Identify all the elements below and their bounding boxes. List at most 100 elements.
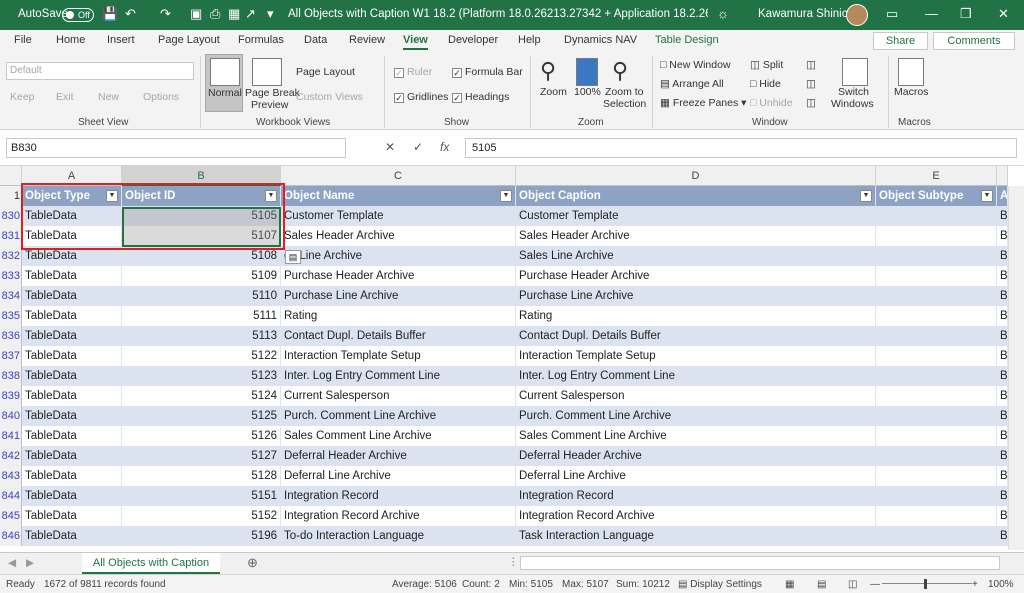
sum-value[interactable]: Sum: 10212 <box>616 579 670 590</box>
zoom-100-button[interactable]: 100% <box>574 86 601 98</box>
object-subtype-cell[interactable] <box>876 406 997 426</box>
object-caption-cell[interactable]: Task Interaction Language <box>516 526 876 546</box>
zoom-to-selection-button[interactable]: Zoom to <box>605 86 644 98</box>
next-column-cell[interactable]: B <box>997 266 1008 286</box>
selected-range[interactable] <box>122 207 281 247</box>
zoom-out-icon[interactable]: — <box>870 579 880 590</box>
split-button[interactable]: ◫ Split <box>750 59 783 71</box>
row-header[interactable]: 845 <box>0 506 22 526</box>
next-column-cell[interactable]: B <box>997 486 1008 506</box>
row-header[interactable]: 842 <box>0 446 22 466</box>
object-type-cell[interactable]: TableData <box>22 486 122 506</box>
object-id-cell[interactable]: 5124 <box>122 386 281 406</box>
tab-page-layout[interactable]: Page Layout <box>158 34 220 46</box>
tab-formulas[interactable]: Formulas <box>238 34 284 46</box>
row-header[interactable]: 840 <box>0 406 22 426</box>
zoom-slider-thumb[interactable] <box>924 579 927 589</box>
headings-checkbox[interactable]: ✓ Headings <box>452 91 509 103</box>
object-type-cell[interactable]: TableData <box>22 326 122 346</box>
object-caption-cell[interactable]: Sales Comment Line Archive <box>516 426 876 446</box>
object-id-cell[interactable]: 5128 <box>122 466 281 486</box>
custom-views-button[interactable]: Custom Views <box>296 91 363 103</box>
row-header[interactable]: 837 <box>0 346 22 366</box>
filter-dropdown-icon[interactable]: ▼ <box>860 190 872 202</box>
zoom-in-icon[interactable]: + <box>972 579 978 590</box>
object-subtype-cell[interactable] <box>876 246 997 266</box>
row-header[interactable]: 838 <box>0 366 22 386</box>
object-id-cell[interactable]: 5196 <box>122 526 281 546</box>
object-caption-cell[interactable]: Deferral Header Archive <box>516 446 876 466</box>
object-type-cell[interactable]: TableData <box>22 346 122 366</box>
unhide-button[interactable]: □ Unhide <box>750 97 793 109</box>
next-column-cell[interactable]: B <box>997 286 1008 306</box>
undo-icon[interactable]: ↶ <box>125 6 136 22</box>
sheet-view-dropdown[interactable]: Default <box>6 62 194 80</box>
object-type-cell[interactable]: TableData <box>22 526 122 546</box>
save-icon[interactable]: 💾 <box>102 6 118 22</box>
object-type-cell[interactable]: TableData <box>22 466 122 486</box>
restore-icon[interactable]: ❐ <box>960 6 972 22</box>
object-id-cell[interactable]: 5122 <box>122 346 281 366</box>
options-button[interactable]: Options <box>143 91 179 103</box>
tab-home[interactable]: Home <box>56 34 85 46</box>
object-id-cell[interactable]: 5109 <box>122 266 281 286</box>
tab-table-design[interactable]: Table Design <box>655 34 719 46</box>
formula-input[interactable]: 5105 <box>465 138 1017 158</box>
cancel-icon[interactable]: ✕ <box>385 140 395 154</box>
max-value[interactable]: Max: 5107 <box>562 579 609 590</box>
next-column-header[interactable]: A <box>997 186 1008 206</box>
exit-button[interactable]: Exit <box>56 91 74 103</box>
object-subtype-cell[interactable] <box>876 506 997 526</box>
object-caption-cell[interactable]: Customer Template <box>516 206 876 226</box>
minimize-icon[interactable]: — <box>925 6 938 21</box>
row-header[interactable]: 832 <box>0 246 22 266</box>
macros-button[interactable]: Macros <box>894 86 928 98</box>
quick-analysis-icon[interactable]: ▤ <box>285 250 301 264</box>
freeze-panes-button[interactable]: ▦ Freeze Panes ▾ <box>660 97 746 109</box>
object-id-cell[interactable]: 5127 <box>122 446 281 466</box>
next-column-cell[interactable]: B <box>997 446 1008 466</box>
zoom-icon[interactable]: ⚲ <box>540 58 556 84</box>
tab-help[interactable]: Help <box>518 34 541 46</box>
redo-icon[interactable]: ↷ <box>160 6 171 22</box>
tab-review[interactable]: Review <box>349 34 385 46</box>
object-type-cell[interactable]: TableData <box>22 426 122 446</box>
ruler-checkbox[interactable]: ✓ Ruler <box>394 66 432 78</box>
object-type-cell[interactable]: TableData <box>22 386 122 406</box>
object-name-cell[interactable]: Interaction Template Setup <box>281 346 516 366</box>
next-column-cell[interactable]: B <box>997 526 1008 546</box>
column-header-d[interactable]: D <box>516 166 876 186</box>
autosave-toggle[interactable]: Off <box>62 8 94 22</box>
column-header-e[interactable]: E <box>876 166 997 186</box>
tab-developer[interactable]: Developer <box>448 34 498 46</box>
enter-icon[interactable]: ✓ <box>413 140 423 154</box>
share-button[interactable]: Share <box>873 32 928 50</box>
sheet-tab-all-objects[interactable]: All Objects with Caption <box>82 553 220 574</box>
row-header[interactable]: 834 <box>0 286 22 306</box>
tab-view[interactable]: View <box>403 34 428 50</box>
close-icon[interactable]: ✕ <box>998 6 1009 22</box>
page-break-status-icon[interactable]: ◫ <box>848 579 857 590</box>
object-type-cell[interactable]: TableData <box>22 306 122 326</box>
row-header[interactable]: 844 <box>0 486 22 506</box>
average-value[interactable]: Average: 5106 <box>392 579 457 590</box>
object-name-cell[interactable]: Deferral Header Archive <box>281 446 516 466</box>
avatar[interactable] <box>846 4 868 26</box>
keep-button[interactable]: Keep <box>10 91 35 103</box>
object-name-cell[interactable]: Purch. Comment Line Archive <box>281 406 516 426</box>
object-type-cell[interactable]: TableData <box>22 286 122 306</box>
object-caption-cell[interactable]: Deferral Line Archive <box>516 466 876 486</box>
arrange-all-button[interactable]: ▤ Arrange All <box>660 78 724 90</box>
row-header[interactable]: 846 <box>0 526 22 546</box>
object-subtype-cell[interactable] <box>876 286 997 306</box>
object-type-cell[interactable]: TableData <box>22 266 122 286</box>
tab-file[interactable]: File <box>14 34 32 46</box>
next-column-cell[interactable]: B <box>997 306 1008 326</box>
next-sheet-icon[interactable]: ▶ <box>26 557 34 569</box>
ribbon-display-icon[interactable]: ▭ <box>886 6 898 22</box>
object-name-cell[interactable]: Sales Header Archive <box>281 226 516 246</box>
next-column-cell[interactable]: B <box>997 246 1008 266</box>
row-header[interactable]: 833 <box>0 266 22 286</box>
filter-dropdown-icon[interactable]: ▼ <box>981 190 993 202</box>
object-caption-cell[interactable]: Integration Record Archive <box>516 506 876 526</box>
